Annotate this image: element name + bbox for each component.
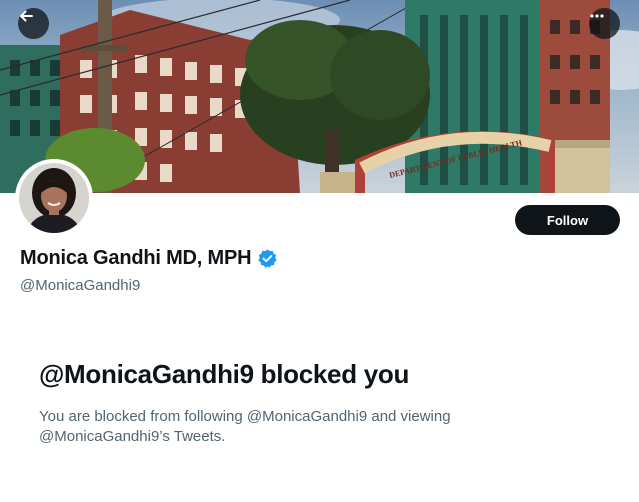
blocked-message-line-2: @MonicaGandhi9’s Tweets. bbox=[39, 428, 226, 445]
profile-banner[interactable]: DEPARTMENT OF PUBLIC HEALTH bbox=[0, 0, 639, 193]
follow-button[interactable]: Follow bbox=[515, 205, 620, 235]
display-name: Monica Gandhi MD, MPH bbox=[20, 247, 252, 269]
more-horizontal-icon bbox=[590, 14, 604, 18]
blocked-message-line-1: You are blocked from following @MonicaGa… bbox=[39, 408, 451, 425]
more-options-button[interactable] bbox=[589, 8, 620, 39]
verified-badge-icon bbox=[258, 249, 277, 268]
back-button[interactable] bbox=[18, 8, 49, 39]
profile-name-row: Monica Gandhi MD, MPH bbox=[20, 247, 278, 270]
avatar-photo bbox=[19, 163, 89, 233]
banner-photo: DEPARTMENT OF PUBLIC HEALTH bbox=[0, 0, 639, 193]
blocked-message: You are blocked from following @MonicaGa… bbox=[39, 407, 509, 447]
blocked-title: @MonicaGandhi9 blocked you bbox=[39, 359, 410, 389]
avatar[interactable] bbox=[15, 159, 93, 237]
arrow-left-icon bbox=[20, 10, 33, 22]
profile-handle: @MonicaGandhi9 bbox=[20, 277, 141, 294]
